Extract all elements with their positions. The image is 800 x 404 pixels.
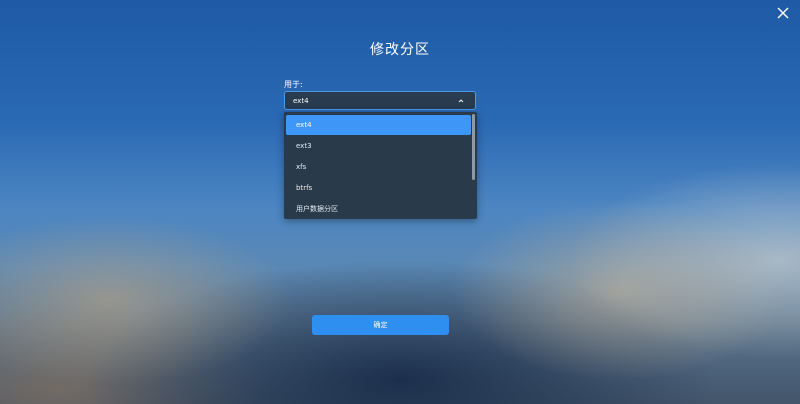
filesystem-select[interactable]: ext4 bbox=[284, 91, 476, 110]
filesystem-dropdown-list[interactable]: ext4 ext3 xfs btrfs 用户数据分区 bbox=[284, 112, 477, 219]
select-current-value: ext4 bbox=[293, 97, 309, 105]
option-xfs[interactable]: xfs bbox=[286, 157, 471, 177]
option-user-data-partition[interactable]: 用户数据分区 bbox=[286, 199, 471, 219]
dropdown-scrollbar[interactable] bbox=[472, 114, 475, 180]
option-ext3[interactable]: ext3 bbox=[286, 136, 471, 156]
confirm-button[interactable]: 确定 bbox=[312, 315, 449, 335]
close-icon bbox=[777, 7, 789, 19]
usage-field-label: 用于: bbox=[284, 80, 303, 89]
option-ext4[interactable]: ext4 bbox=[286, 115, 471, 135]
chevron-up-icon bbox=[458, 99, 464, 103]
page-title: 修改分区 bbox=[370, 42, 430, 58]
option-btrfs[interactable]: btrfs bbox=[286, 178, 471, 198]
close-button[interactable] bbox=[774, 4, 792, 22]
